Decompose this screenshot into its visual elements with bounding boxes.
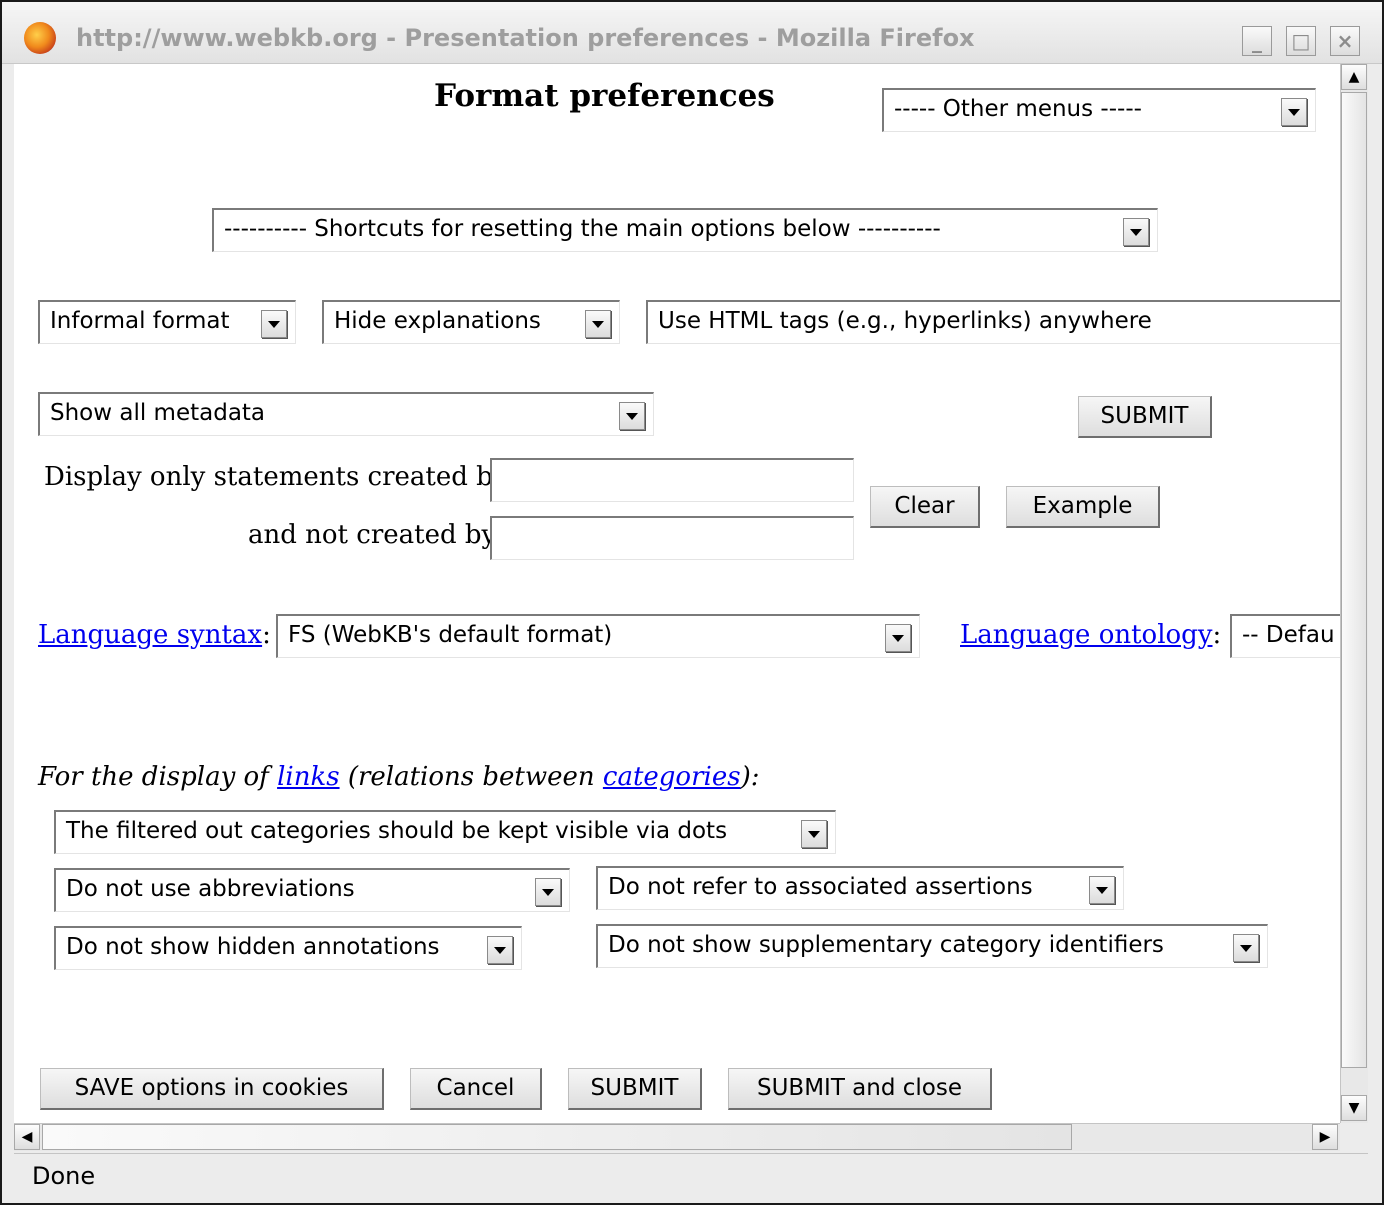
links-middle: (relations between xyxy=(339,762,603,792)
scroll-up-icon[interactable]: ▲ xyxy=(1341,64,1367,90)
chevron-down-icon xyxy=(801,820,827,848)
chevron-down-icon xyxy=(1089,876,1115,904)
colon-label: : xyxy=(1212,620,1222,650)
identifiers-select[interactable]: Do not show supplementary category ident… xyxy=(596,924,1268,968)
identifiers-value: Do not show supplementary category ident… xyxy=(608,932,1164,958)
filtered-categories-value: The filtered out categories should be ke… xyxy=(66,818,728,844)
submit-and-close-button[interactable]: SUBMIT and close xyxy=(728,1068,992,1110)
language-ontology-row: Language ontology: xyxy=(960,620,1221,650)
links-prefix: For the display of xyxy=(38,762,278,792)
close-icon: × xyxy=(1336,29,1354,53)
minimize-button[interactable]: _ xyxy=(1242,26,1272,56)
chevron-down-icon xyxy=(261,310,287,338)
clear-button[interactable]: Clear xyxy=(870,486,980,528)
links-suffix: ): xyxy=(740,762,760,792)
chevron-down-icon xyxy=(1123,218,1149,246)
language-syntax-row: Language syntax: xyxy=(38,620,271,650)
page-content: Format preferences ----- Other menus ---… xyxy=(14,64,1340,1123)
syntax-value: FS (WebKB's default format) xyxy=(288,622,613,648)
chevron-down-icon xyxy=(487,936,513,964)
chevron-down-icon xyxy=(1233,934,1259,962)
other-menus-select[interactable]: ----- Other menus ----- xyxy=(882,88,1316,132)
filtered-categories-select[interactable]: The filtered out categories should be ke… xyxy=(54,810,836,854)
status-text: Done xyxy=(32,1162,96,1190)
chevron-down-icon xyxy=(1281,98,1307,126)
maximize-button[interactable]: □ xyxy=(1286,26,1316,56)
hidden-annotations-select[interactable]: Do not show hidden annotations xyxy=(54,926,522,970)
explanations-select[interactable]: Hide explanations xyxy=(322,300,620,344)
vertical-scroll-thumb[interactable] xyxy=(1341,92,1367,1068)
close-button[interactable]: × xyxy=(1330,26,1360,56)
chevron-down-icon xyxy=(885,624,911,652)
created-by-label: Display only statements created by xyxy=(44,462,508,492)
ontology-select[interactable]: -- Defau xyxy=(1230,614,1340,658)
submit-button[interactable]: SUBMIT xyxy=(568,1068,702,1110)
minimize-icon: _ xyxy=(1252,29,1262,53)
page-title: Format preferences xyxy=(434,78,775,114)
format-select[interactable]: Informal format xyxy=(38,300,296,344)
status-bar: Done xyxy=(14,1153,1368,1195)
firefox-logo-icon xyxy=(24,22,56,54)
created-by-input[interactable] xyxy=(490,458,854,502)
not-created-by-label: and not created by xyxy=(248,520,497,550)
explanations-value: Hide explanations xyxy=(334,308,541,334)
scroll-down-icon[interactable]: ▼ xyxy=(1341,1095,1367,1121)
language-ontology-link[interactable]: Language ontology xyxy=(960,620,1213,650)
hidden-annotations-value: Do not show hidden annotations xyxy=(66,934,440,960)
vertical-scrollbar[interactable]: ▲ ▼ xyxy=(1340,64,1368,1123)
shortcuts-select[interactable]: ---------- Shortcuts for resetting the m… xyxy=(212,208,1158,252)
not-created-by-input[interactable] xyxy=(490,516,854,560)
colon-label: : xyxy=(262,620,271,650)
chevron-down-icon xyxy=(585,310,611,338)
html-tags-select[interactable]: Use HTML tags (e.g., hyperlinks) anywher… xyxy=(646,300,1340,344)
scroll-left-icon[interactable]: ◀ xyxy=(14,1124,40,1150)
maximize-icon: □ xyxy=(1291,29,1311,53)
html-tags-value: Use HTML tags (e.g., hyperlinks) anywher… xyxy=(658,308,1152,334)
links-section-heading: For the display of links (relations betw… xyxy=(38,762,759,792)
language-syntax-link[interactable]: Language syntax xyxy=(38,620,262,650)
scrollbar-corner xyxy=(1340,1123,1368,1151)
assertions-value: Do not refer to associated assertions xyxy=(608,874,1033,900)
title-bar[interactable]: http://www.webkb.org - Presentation pref… xyxy=(2,2,1382,64)
scroll-right-icon[interactable]: ▶ xyxy=(1312,1124,1338,1150)
format-value: Informal format xyxy=(50,308,230,334)
metadata-select[interactable]: Show all metadata xyxy=(38,392,654,436)
syntax-select[interactable]: FS (WebKB's default format) xyxy=(276,614,920,658)
save-cookies-button[interactable]: SAVE options in cookies xyxy=(40,1068,384,1110)
categories-link[interactable]: categories xyxy=(603,762,741,792)
window-title: http://www.webkb.org - Presentation pref… xyxy=(76,24,975,52)
chevron-down-icon xyxy=(535,878,561,906)
metadata-value: Show all metadata xyxy=(50,400,266,426)
submit-top-button[interactable]: SUBMIT xyxy=(1078,396,1212,438)
other-menus-value: ----- Other menus ----- xyxy=(894,96,1142,122)
shortcuts-value: ---------- Shortcuts for resetting the m… xyxy=(224,216,941,242)
horizontal-scroll-thumb[interactable] xyxy=(42,1124,1072,1150)
abbreviations-select[interactable]: Do not use abbreviations xyxy=(54,868,570,912)
abbreviations-value: Do not use abbreviations xyxy=(66,876,355,902)
horizontal-scrollbar[interactable]: ◀ ▶ xyxy=(14,1123,1340,1151)
assertions-select[interactable]: Do not refer to associated assertions xyxy=(596,866,1124,910)
links-link[interactable]: links xyxy=(277,762,339,792)
ontology-value: -- Defau xyxy=(1242,622,1335,648)
cancel-button[interactable]: Cancel xyxy=(410,1068,542,1110)
example-button[interactable]: Example xyxy=(1006,486,1160,528)
chevron-down-icon xyxy=(619,402,645,430)
